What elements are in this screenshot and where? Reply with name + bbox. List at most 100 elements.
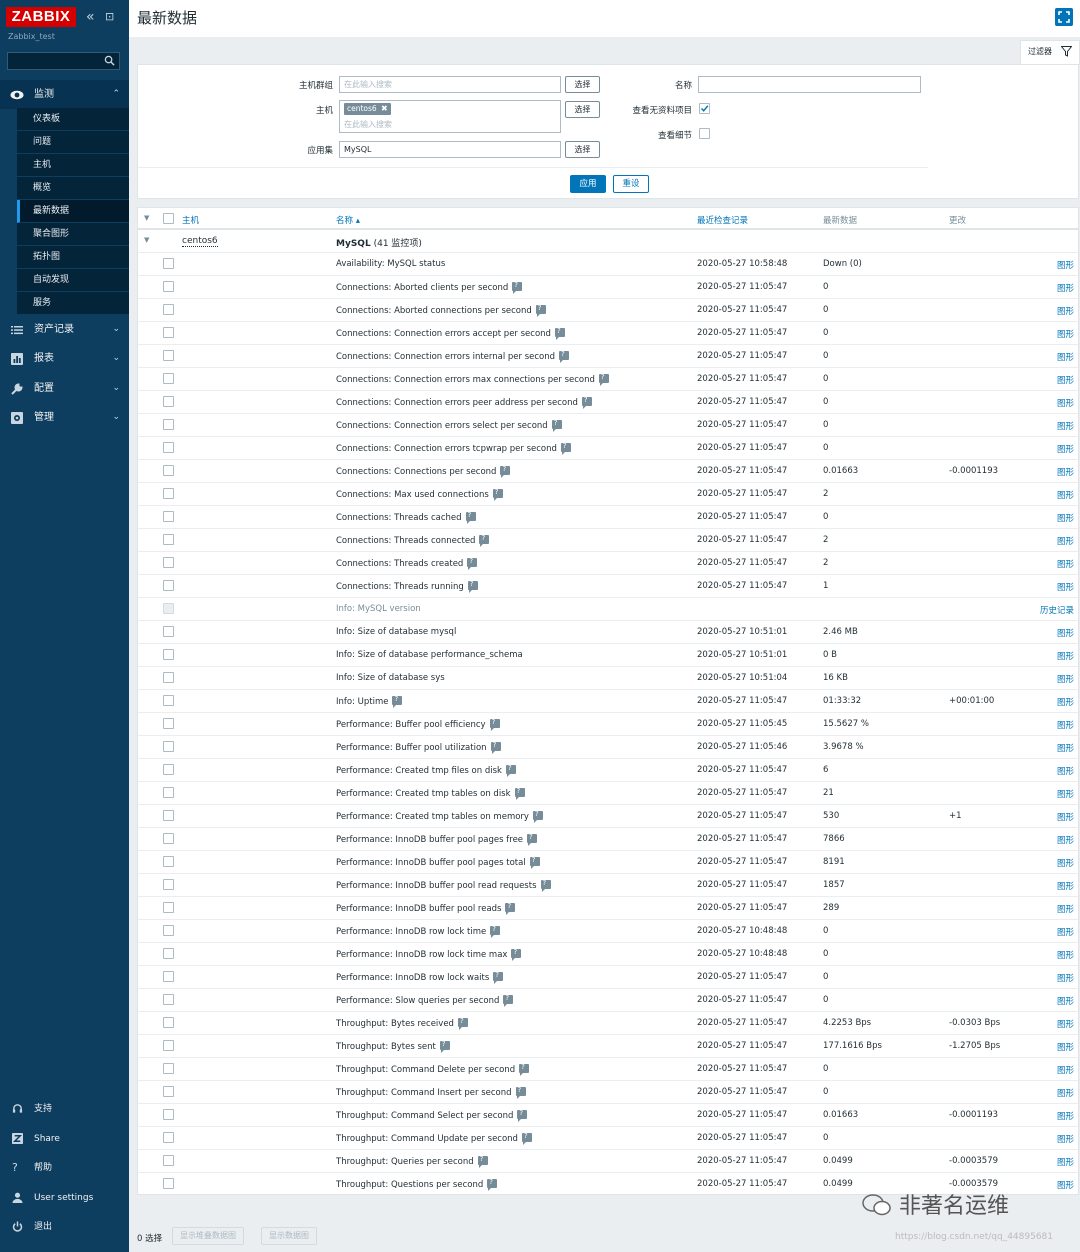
submenu-overview[interactable]: 概览 [17,177,129,200]
graph-link[interactable]: 图形 [1057,1110,1074,1122]
apply-button[interactable]: 应用 [570,175,606,193]
graph-link[interactable]: 图形 [1057,719,1074,731]
help-hint-icon[interactable] [529,856,540,869]
help-hint-icon[interactable] [490,925,501,938]
graph-link[interactable]: 图形 [1057,995,1074,1007]
graph-link[interactable]: 图形 [1057,282,1074,294]
zabbix-logo[interactable]: ZABBIX [6,7,76,27]
col-host[interactable]: 主机 [182,214,199,226]
graph-link[interactable]: 图形 [1057,903,1074,915]
row-checkbox[interactable] [163,1086,174,1097]
row-checkbox[interactable] [163,373,174,384]
graph-link[interactable]: 图形 [1057,397,1074,409]
row-checkbox[interactable] [163,419,174,430]
row-checkbox[interactable] [163,718,174,729]
help-hint-icon[interactable] [503,994,514,1007]
graph-link[interactable]: 图形 [1057,949,1074,961]
graph-link[interactable]: 图形 [1057,259,1074,271]
graph-link[interactable]: 图形 [1057,742,1074,754]
row-checkbox[interactable] [163,304,174,315]
row-checkbox[interactable] [163,672,174,683]
row-checkbox[interactable] [163,281,174,292]
kiosk-sidebar-icon[interactable]: ⊡ [105,9,114,25]
search-icon[interactable] [104,55,115,66]
row-checkbox[interactable] [163,1040,174,1051]
host-select-button[interactable]: 选择 [565,101,600,118]
graph-link[interactable]: 图形 [1057,1179,1074,1191]
show-details-checkbox[interactable] [699,128,710,139]
show-no-data-checkbox[interactable] [699,103,710,114]
help-hint-icon[interactable] [535,304,546,317]
row-checkbox[interactable] [163,649,174,660]
help-hint-icon[interactable] [554,327,565,340]
row-checkbox[interactable] [163,580,174,591]
help-hint-icon[interactable] [598,373,609,386]
row-checkbox[interactable] [163,1132,174,1143]
graph-link[interactable]: 图形 [1057,1064,1074,1076]
graph-link[interactable]: 图形 [1057,857,1074,869]
display-stacked-graph-button[interactable]: 显示堆叠数据图 [172,1227,244,1245]
help-hint-icon[interactable] [465,511,476,524]
application-select-button[interactable]: 选择 [565,141,600,158]
row-checkbox[interactable] [163,810,174,821]
help-hint-icon[interactable] [505,902,516,915]
help-hint-icon[interactable] [581,396,592,409]
row-checkbox[interactable] [163,925,174,936]
graph-link[interactable]: 图形 [1057,374,1074,386]
row-checkbox[interactable] [163,626,174,637]
remove-chip-icon[interactable]: ✖ [381,103,388,115]
graph-link[interactable]: 图形 [1057,466,1074,478]
fullscreen-button[interactable] [1055,8,1073,26]
help-hint-icon[interactable] [467,557,478,570]
graph-link[interactable]: 图形 [1057,420,1074,432]
submenu-hosts[interactable]: 主机 [17,154,129,177]
graph-link[interactable]: 图形 [1057,1087,1074,1099]
help-hint-icon[interactable] [477,1155,488,1168]
help-hint-icon[interactable] [392,695,403,708]
help-hint-icon[interactable] [517,1109,528,1122]
reset-button[interactable]: 重设 [613,175,649,193]
menu-inventory[interactable]: 资产记录 ⌄ [0,315,129,344]
graph-link[interactable]: 图形 [1057,443,1074,455]
collapse-all-icon[interactable]: ▼ [144,214,149,222]
row-checkbox[interactable] [163,557,174,568]
row-checkbox[interactable] [163,1017,174,1028]
graph-link[interactable]: 图形 [1057,811,1074,823]
help-hint-icon[interactable] [514,787,525,800]
row-checkbox[interactable] [163,856,174,867]
submenu-discovery[interactable]: 自动发现 [17,269,129,292]
select-all-checkbox[interactable] [163,213,174,224]
help-hint-icon[interactable] [493,971,504,984]
submenu-problems[interactable]: 问题 [17,131,129,154]
display-graph-button[interactable]: 显示数据图 [261,1227,317,1245]
history-link[interactable]: 历史记录 [1040,604,1074,616]
submenu-services[interactable]: 服务 [17,292,129,315]
collapse-group-icon[interactable]: ▼ [144,236,149,244]
row-checkbox[interactable] [163,442,174,453]
help-hint-icon[interactable] [467,580,478,593]
row-checkbox[interactable] [163,994,174,1005]
sidebar-share[interactable]: Share [0,1125,129,1153]
graph-link[interactable]: 图形 [1057,650,1074,662]
menu-administration[interactable]: 管理 ⌄ [0,403,129,432]
graph-link[interactable]: 图形 [1057,1018,1074,1030]
graph-link[interactable]: 图形 [1057,305,1074,317]
row-checkbox[interactable] [163,396,174,407]
help-hint-icon[interactable] [457,1017,468,1030]
help-hint-icon[interactable] [551,419,562,432]
sidebar-support[interactable]: 支持 [0,1095,129,1123]
graph-link[interactable]: 图形 [1057,696,1074,708]
group-host[interactable]: centos6 [182,236,218,247]
help-hint-icon[interactable] [511,948,522,961]
help-hint-icon[interactable] [479,534,490,547]
row-checkbox[interactable] [163,1178,174,1189]
graph-link[interactable]: 图形 [1057,972,1074,984]
submenu-latest-data[interactable]: 最新数据 [17,200,129,223]
menu-configuration[interactable]: 配置 ⌄ [0,374,129,403]
row-checkbox[interactable] [163,695,174,706]
help-hint-icon[interactable] [512,281,523,294]
host-group-select-button[interactable]: 选择 [565,76,600,93]
row-checkbox[interactable] [163,948,174,959]
help-hint-icon[interactable] [490,741,501,754]
submenu-maps[interactable]: 拓扑图 [17,246,129,269]
